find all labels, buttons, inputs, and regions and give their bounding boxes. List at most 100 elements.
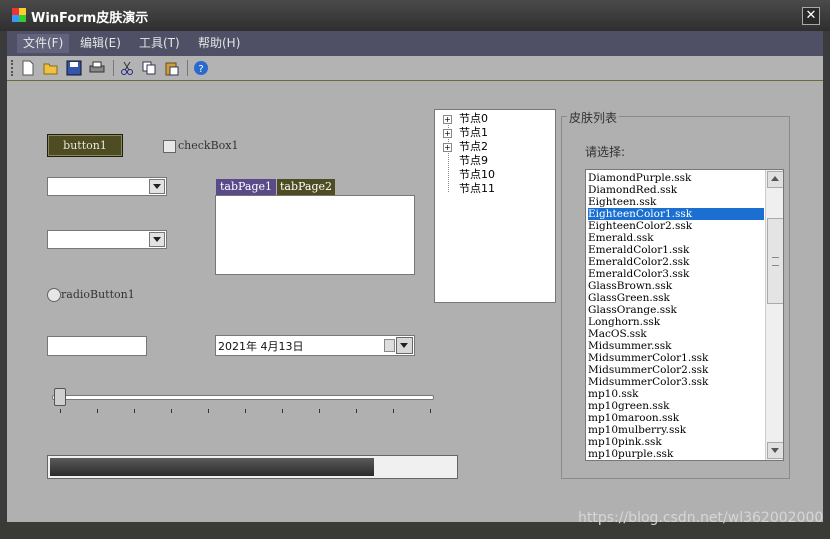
tab-page1[interactable]: tabPage1 [216,179,276,195]
list-item[interactable]: MidsummerColor2.ssk [588,364,764,376]
menu-file[interactable]: 文件(F) [17,34,70,53]
calendar-icon [384,339,395,352]
list-item[interactable]: EmeraldColor1.ssk [588,244,764,256]
combobox1[interactable] [47,177,167,196]
window-title: WinForm皮肤演示 [31,11,149,26]
close-icon: ✕ [805,8,817,23]
tab-page2[interactable]: tabPage2 [277,179,335,195]
list-item[interactable]: mp10pink.ssk [588,436,764,448]
tree-node[interactable]: 节点9 [445,154,488,168]
tree-node[interactable]: + 节点2 [443,140,488,154]
trackbar-tick [393,409,394,413]
expand-icon[interactable]: + [443,129,452,138]
trackbar-tick [282,409,283,413]
trackbar-tick [356,409,357,413]
progress-bar [47,455,458,479]
list-item[interactable]: EighteenColor2.ssk [588,220,764,232]
button1[interactable]: button1 [47,134,123,157]
menu-tools[interactable]: 工具(T) [133,34,186,53]
list-item[interactable]: DiamondRed.ssk [588,184,764,196]
skin-group-title: 皮肤列表 [567,109,620,126]
tree-view[interactable]: + 节点0 + 节点1 + 节点2 节点9 节点10 节点11 [434,109,556,303]
trackbar-tick [208,409,209,413]
combobox2[interactable] [47,230,167,249]
toolbar: ? [7,56,823,81]
tree-node[interactable]: + 节点0 [443,112,488,126]
save-icon[interactable] [66,60,82,76]
list-item[interactable]: mp10mulberry.ssk [588,424,764,436]
chevron-down-icon[interactable] [149,232,165,247]
list-item[interactable]: Longhorn.ssk [588,316,764,328]
trackbar-tick [245,409,246,413]
tree-node-label: 节点1 [459,126,488,139]
skin-select-label: 请选择: [585,145,626,159]
skin-listbox[interactable]: DiamondPurple.ssk DiamondRed.ssk Eighteen.… [585,169,784,461]
help-icon[interactable]: ? [193,60,209,76]
scroll-down-icon[interactable] [767,442,783,459]
trackbar-thumb[interactable] [54,388,66,406]
list-item[interactable]: mp10green.ssk [588,400,764,412]
list-item[interactable]: MidsummerColor1.ssk [588,352,764,364]
open-icon[interactable] [43,60,59,76]
menu-help[interactable]: 帮助(H) [192,34,246,53]
radiobutton1[interactable] [47,288,61,302]
cut-icon[interactable] [119,60,135,76]
list-item[interactable]: GlassBrown.ssk [588,280,764,292]
tree-node-label: 节点10 [459,168,495,181]
tree-node-label: 节点11 [459,182,495,195]
tree-node[interactable]: 节点11 [445,182,495,196]
scroll-up-icon[interactable] [767,171,783,188]
expand-icon[interactable]: + [443,143,452,152]
progress-fill [50,458,374,476]
list-item[interactable]: MacOS.ssk [588,328,764,340]
menu-edit[interactable]: 编辑(E) [74,34,127,53]
trackbar-tick [319,409,320,413]
new-icon[interactable] [20,60,36,76]
copy-icon[interactable] [141,60,157,76]
app-icon [12,8,26,22]
trackbar-tick [430,409,431,413]
list-item[interactable]: Emerald.ssk [588,232,764,244]
chevron-down-icon[interactable] [396,337,413,354]
trackbar-tick [171,409,172,413]
tree-node-label: 节点9 [459,154,488,167]
list-item[interactable]: mp10maroon.ssk [588,412,764,424]
print-icon[interactable] [89,60,105,76]
list-item[interactable]: EmeraldColor3.ssk [588,268,764,280]
list-item[interactable]: EmeraldColor2.ssk [588,256,764,268]
tree-node[interactable]: 节点10 [445,168,495,182]
tree-node-label: 节点2 [459,140,488,153]
tree-node-label: 节点0 [459,112,488,125]
list-item[interactable]: EighteenColor1.ssk [588,208,764,220]
title-bar: WinForm皮肤演示 ✕ [0,0,830,31]
trackbar[interactable] [50,384,436,414]
menu-bar: 文件(F) 编辑(E) 工具(T) 帮助(H) [7,31,823,56]
expand-icon[interactable]: + [443,115,452,124]
trackbar-tick [97,409,98,413]
date-value: 2021年 4月13日 [218,340,304,353]
textbox1[interactable] [47,336,147,356]
close-button[interactable]: ✕ [802,7,820,25]
chevron-down-icon[interactable] [149,179,165,194]
trackbar-tick [134,409,135,413]
list-item[interactable]: GlassOrange.ssk [588,304,764,316]
list-item[interactable]: Eighteen.ssk [588,196,764,208]
date-picker[interactable]: 2021年 4月13日 [215,335,415,356]
tree-node[interactable]: + 节点1 [443,126,488,140]
trackbar-tick [60,409,61,413]
vertical-scrollbar[interactable] [765,170,783,460]
list-item[interactable]: Midsummer.ssk [588,340,764,352]
toolbar-grip[interactable] [11,60,15,76]
list-item[interactable]: GlassGreen.ssk [588,292,764,304]
paste-icon[interactable] [164,60,180,76]
trackbar-track [52,395,434,400]
list-item[interactable]: MidsummerColor3.ssk [588,376,764,388]
list-item[interactable]: DiamondPurple.ssk [588,172,764,184]
checkbox1[interactable] [163,140,176,153]
checkbox1-label: checkBox1 [178,139,239,152]
list-item[interactable]: mp10purple.ssk [588,448,764,460]
list-item[interactable]: mp10.ssk [588,388,764,400]
scroll-thumb[interactable] [767,218,783,304]
toolbar-separator [187,60,188,76]
toolbar-separator [113,60,114,76]
